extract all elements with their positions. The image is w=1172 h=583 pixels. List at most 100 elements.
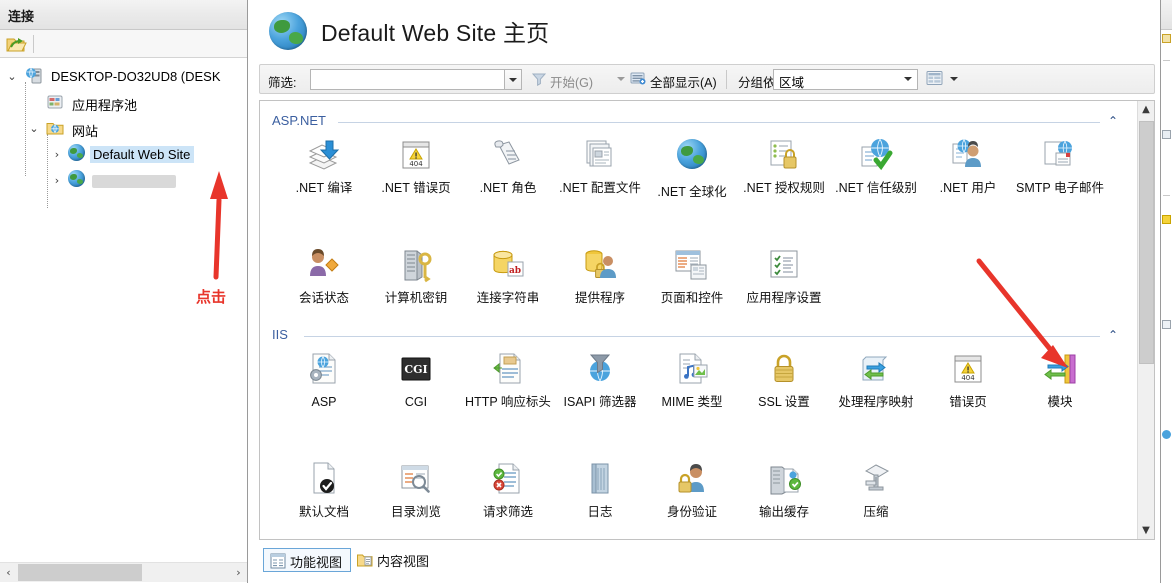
feature-pages-and-controls[interactable]: 页面和控件 bbox=[646, 245, 738, 306]
feature-net-roles[interactable]: .NET 角色 bbox=[462, 135, 554, 196]
feature-net-users[interactable]: .NET 用户 bbox=[922, 135, 1014, 196]
chevron-down-icon[interactable]: ⌄ bbox=[27, 122, 41, 136]
feature-application-settings[interactable]: 应用程序设置 bbox=[738, 245, 830, 306]
tree-node-redacted-site[interactable]: › bbox=[0, 168, 247, 194]
action-item-icon[interactable] bbox=[1162, 215, 1171, 224]
providers-icon bbox=[578, 245, 622, 287]
website-globe-icon bbox=[68, 170, 86, 188]
feature-logging[interactable]: 日志 bbox=[554, 459, 646, 520]
chevron-right-icon[interactable]: › bbox=[50, 148, 64, 162]
tree-node-default-web-site[interactable]: › Default Web Site bbox=[0, 142, 247, 168]
action-item-icon[interactable] bbox=[1162, 430, 1171, 439]
feature-label: 身份验证 bbox=[666, 505, 717, 519]
feature-label: SMTP 电子邮件 bbox=[1016, 181, 1104, 195]
filter-go-button[interactable]: 开始(G) bbox=[550, 72, 593, 91]
feature-asp[interactable]: ASP bbox=[278, 349, 370, 410]
chevron-up-icon[interactable]: ⌃ bbox=[1108, 114, 1118, 128]
error-pages-icon: 404 bbox=[946, 349, 990, 391]
feature-ssl-settings[interactable]: SSL 设置 bbox=[738, 349, 830, 410]
view-tabs: 功能视图 内容视图 bbox=[259, 548, 759, 576]
tree-node-server[interactable]: ⌄ DESKTOP-DO32UD8 (DESK bbox=[0, 64, 247, 90]
server-icon bbox=[25, 67, 43, 85]
feature-label: .NET 错误页 bbox=[381, 181, 451, 195]
feature-label: 会话状态 bbox=[298, 291, 349, 305]
connection-strings-icon: ab bbox=[486, 245, 530, 287]
feature-label: 输出缓存 bbox=[758, 505, 809, 519]
mime-types-icon bbox=[670, 349, 714, 391]
scroll-down-icon[interactable]: ▼ bbox=[1138, 522, 1154, 539]
feature-error-pages[interactable]: 404 错误页 bbox=[922, 349, 1014, 410]
feature-smtp-email[interactable]: SMTP 电子邮件 bbox=[1014, 135, 1106, 196]
scroll-up-icon[interactable]: ▲ bbox=[1138, 101, 1154, 118]
chevron-up-icon[interactable]: ⌃ bbox=[1108, 328, 1118, 342]
feature-providers[interactable]: 提供程序 bbox=[554, 245, 646, 306]
svg-text:404: 404 bbox=[961, 374, 975, 382]
feature-label: CGI bbox=[404, 395, 428, 409]
feature-authentication[interactable]: 身份验证 bbox=[646, 459, 738, 520]
chevron-down-icon bbox=[509, 78, 517, 82]
logging-icon bbox=[578, 459, 622, 501]
filter-input[interactable] bbox=[310, 69, 505, 90]
feature-net-profile[interactable]: .NET 配置文件 bbox=[554, 135, 646, 196]
chevron-right-icon[interactable]: › bbox=[50, 174, 64, 188]
scroll-left-icon[interactable]: ‹ bbox=[0, 563, 17, 582]
group-by-select[interactable]: 区域 bbox=[773, 69, 918, 90]
action-item-icon[interactable] bbox=[1162, 34, 1171, 43]
feature-default-document[interactable]: 默认文档 bbox=[278, 459, 370, 520]
sites-folder-icon bbox=[46, 119, 64, 137]
tree-node-label: 应用程序池 bbox=[72, 98, 138, 113]
show-all-button[interactable]: 全部显示(A) bbox=[650, 72, 717, 91]
toolbar-separator bbox=[33, 35, 34, 53]
tree-node-app-pools[interactable]: 应用程序池 bbox=[0, 90, 247, 116]
feature-cgi[interactable]: CGI CGI bbox=[370, 349, 462, 410]
group-rule bbox=[338, 122, 1100, 123]
feature-session-state[interactable]: 会话状态 bbox=[278, 245, 370, 306]
feature-net-compilation[interactable]: .NET 编译 bbox=[278, 135, 370, 196]
feature-label: 页面和控件 bbox=[660, 291, 724, 305]
scrollbar-thumb[interactable] bbox=[1139, 121, 1154, 364]
connections-pane-title: 连接 bbox=[0, 0, 247, 30]
chevron-down-icon[interactable] bbox=[617, 77, 625, 81]
tab-content-view[interactable]: 内容视图 bbox=[351, 548, 437, 572]
modules-icon bbox=[1038, 349, 1082, 391]
view-mode-icon[interactable] bbox=[926, 70, 946, 89]
feature-mime-types[interactable]: MIME 类型 bbox=[646, 349, 738, 410]
features-list-inner: ASP.NET ⌃ .NET 编译 404 .NET 错误页 .NET 角色 .… bbox=[260, 101, 1138, 539]
authentication-icon bbox=[670, 459, 714, 501]
feature-net-globalization[interactable]: .NET 全球化 bbox=[646, 135, 738, 200]
feature-net-error-pages[interactable]: 404 .NET 错误页 bbox=[370, 135, 462, 196]
connections-horizontal-scrollbar[interactable]: ‹ › bbox=[0, 562, 247, 582]
feature-machine-key[interactable]: 计算机密钥 bbox=[370, 245, 462, 306]
feature-request-filtering[interactable]: 请求筛选 bbox=[462, 459, 554, 520]
feature-label: 请求筛选 bbox=[482, 505, 533, 519]
feature-directory-browsing[interactable]: 目录浏览 bbox=[370, 459, 462, 520]
chevron-down-icon[interactable] bbox=[950, 77, 958, 81]
action-item-icon[interactable] bbox=[1162, 130, 1171, 139]
scroll-right-icon[interactable]: › bbox=[230, 563, 247, 582]
feature-http-response-headers[interactable]: HTTP 响应标头 bbox=[462, 349, 554, 410]
connect-to-site-icon[interactable] bbox=[5, 34, 27, 54]
feature-modules[interactable]: 模块 bbox=[1014, 349, 1106, 410]
net-error-pages-icon: 404 bbox=[394, 135, 438, 177]
scrollbar-thumb[interactable] bbox=[18, 564, 142, 581]
feature-label: 计算机密钥 bbox=[384, 291, 448, 305]
feature-isapi-filters[interactable]: ISAPI 筛选器 bbox=[554, 349, 646, 410]
feature-output-caching[interactable]: 输出缓存 bbox=[738, 459, 830, 520]
content-view-icon bbox=[357, 552, 373, 568]
action-item-icon[interactable] bbox=[1162, 320, 1171, 329]
feature-handler-mappings[interactable]: 处理程序映射 bbox=[830, 349, 922, 410]
app-pools-icon bbox=[46, 93, 64, 111]
group-by-dropdown-button[interactable] bbox=[899, 69, 918, 90]
feature-net-authorization-rules[interactable]: .NET 授权规则 bbox=[738, 135, 830, 196]
feature-compression[interactable]: 压缩 bbox=[830, 459, 922, 520]
feature-net-trust-levels[interactable]: .NET 信任级别 bbox=[830, 135, 922, 196]
chevron-down-icon[interactable]: ⌄ bbox=[5, 70, 19, 84]
tree-node-label: 网站 bbox=[72, 124, 99, 139]
feature-label: 压缩 bbox=[863, 505, 889, 519]
tab-features-view[interactable]: 功能视图 bbox=[263, 548, 352, 572]
features-vertical-scrollbar[interactable]: ▲ ▼ bbox=[1137, 101, 1154, 539]
filter-dropdown-button[interactable] bbox=[505, 69, 522, 90]
annotation-click-text: 点击 bbox=[196, 288, 227, 306]
feature-connection-strings[interactable]: ab 连接字符串 bbox=[462, 245, 554, 306]
tree-node-sites[interactable]: ⌄ 网站 bbox=[0, 116, 247, 142]
